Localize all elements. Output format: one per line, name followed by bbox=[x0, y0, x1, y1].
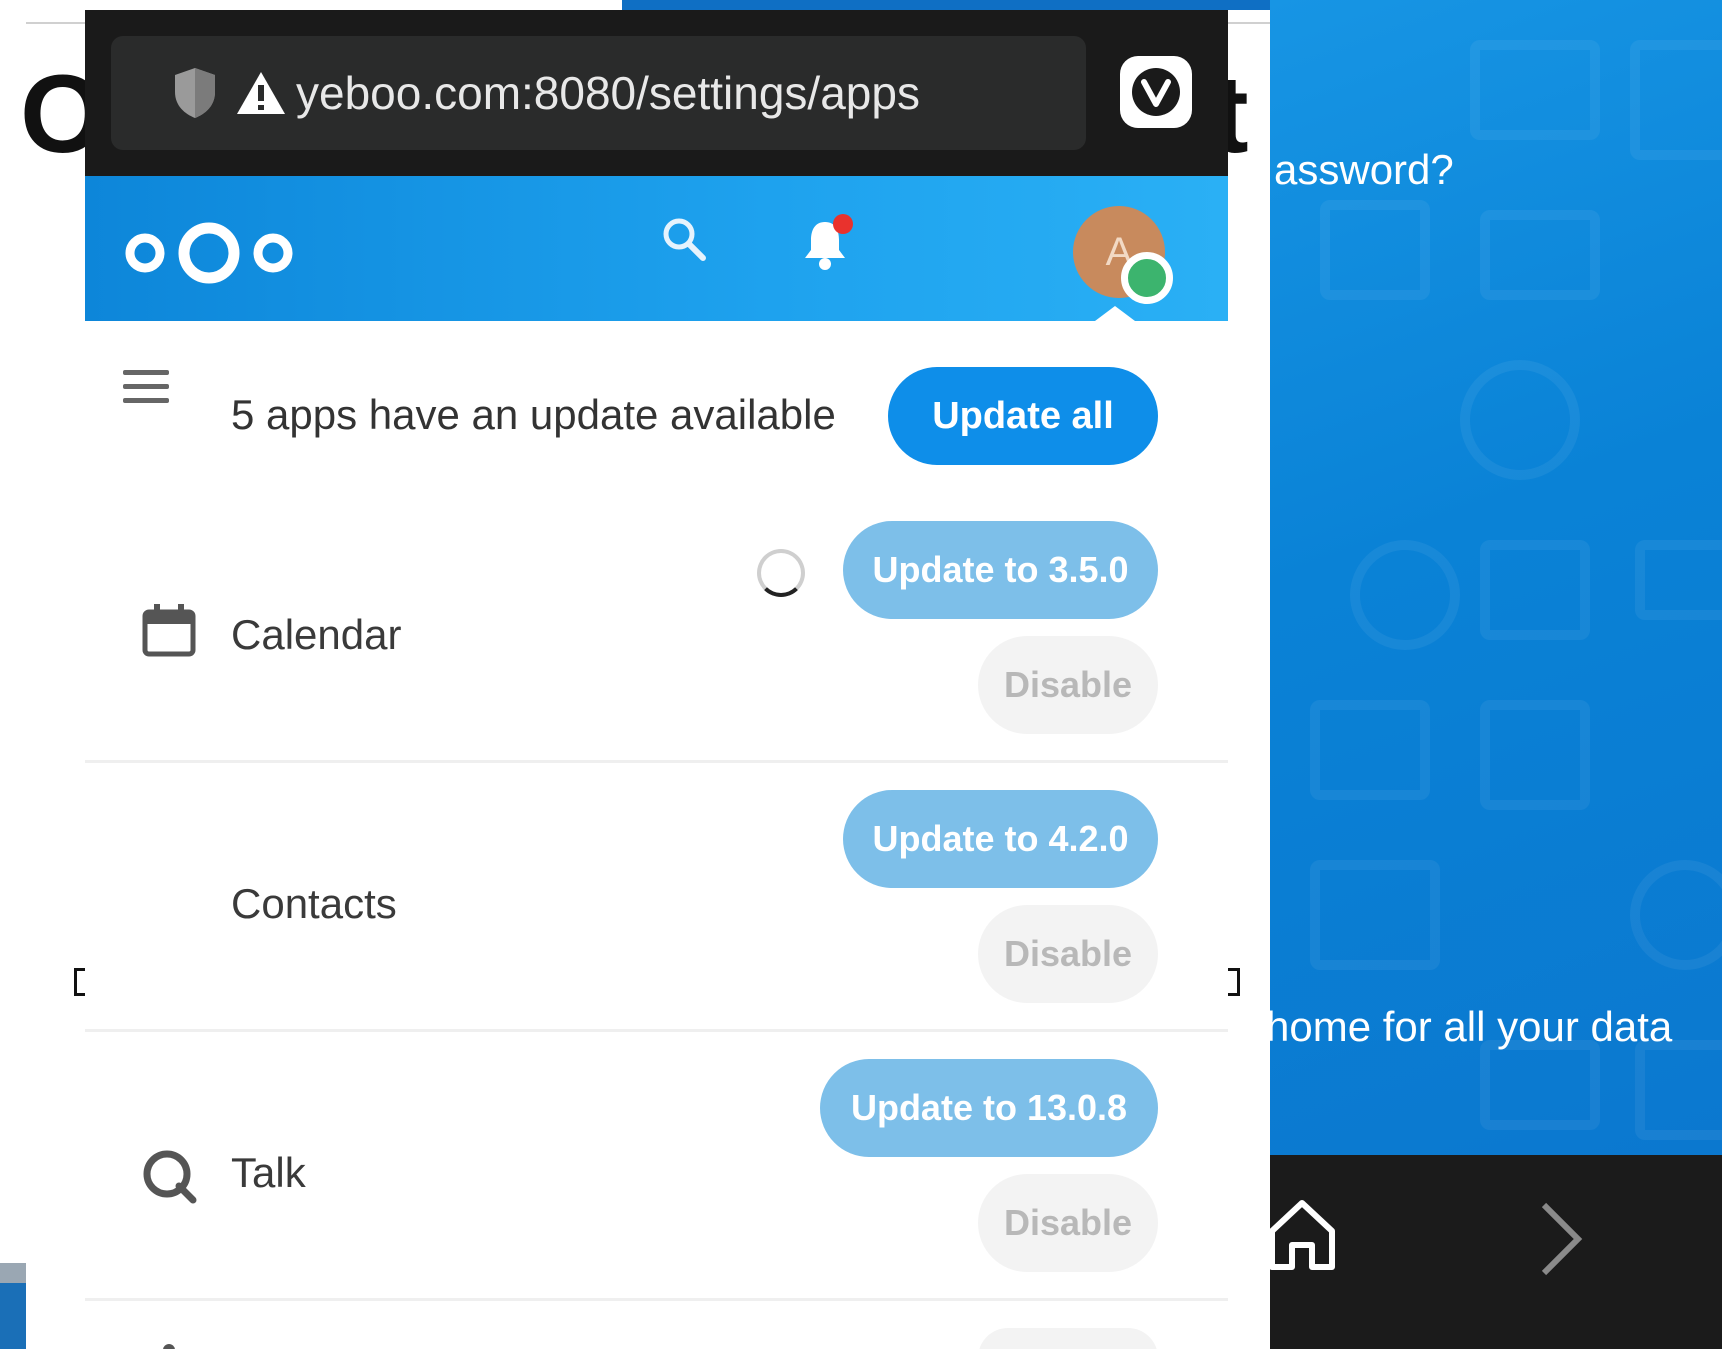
talk-icon bbox=[143, 1150, 197, 1204]
row-divider bbox=[85, 1029, 1228, 1032]
search-icon[interactable] bbox=[657, 212, 713, 268]
phone-screenshot: yeboo.com:8080/settings/apps A 5 apps ha… bbox=[85, 10, 1228, 1349]
contacts-update-button[interactable]: Update to 4.2.0 bbox=[843, 790, 1158, 888]
update-all-button[interactable]: Update all bbox=[888, 367, 1158, 465]
calendar-disable-button[interactable]: Disable bbox=[978, 636, 1158, 734]
contacts-disable-button[interactable]: Disable bbox=[978, 905, 1158, 1003]
calendar-icon bbox=[142, 604, 196, 657]
row-divider bbox=[85, 760, 1228, 763]
warning-icon[interactable] bbox=[235, 70, 287, 116]
nextcloud-header: A bbox=[85, 176, 1228, 324]
next-app-icon bbox=[163, 1344, 175, 1349]
online-status-dot bbox=[1121, 252, 1173, 304]
home-icon[interactable] bbox=[1266, 1193, 1338, 1273]
update-notice-text: 5 apps have an update available bbox=[231, 391, 836, 438]
app-name-talk: Talk bbox=[231, 1149, 306, 1196]
notifications-bell-icon[interactable] bbox=[795, 210, 861, 276]
background-blue-strip bbox=[622, 0, 1270, 10]
app-name-calendar: Calendar bbox=[231, 611, 402, 658]
address-bar[interactable]: yeboo.com:8080/settings/apps bbox=[111, 36, 1086, 150]
shield-icon[interactable] bbox=[173, 66, 217, 120]
tagline-text: home for all your data bbox=[1266, 1003, 1673, 1050]
talk-disable-button[interactable]: Disable bbox=[978, 1174, 1158, 1272]
browser-toolbar: yeboo.com:8080/settings/apps bbox=[85, 10, 1228, 176]
next-row-button[interactable] bbox=[978, 1328, 1158, 1349]
notification-dot bbox=[833, 214, 853, 234]
hamburger-menu-icon[interactable] bbox=[123, 370, 169, 404]
app-name-contacts: Contacts bbox=[231, 880, 397, 927]
bottom-navigation-bar bbox=[1269, 1155, 1722, 1349]
row-divider bbox=[85, 1298, 1228, 1301]
talk-update-button[interactable]: Update to 13.0.8 bbox=[820, 1059, 1158, 1157]
forgot-password-text[interactable]: assword? bbox=[1274, 146, 1454, 194]
background-thumbnail-edge-top bbox=[0, 1263, 26, 1283]
loading-spinner-icon bbox=[757, 549, 805, 597]
menu-caret bbox=[1091, 306, 1139, 324]
vivaldi-browser-icon[interactable] bbox=[1120, 56, 1192, 128]
nextcloud-logo-icon[interactable] bbox=[121, 216, 297, 290]
calendar-update-button[interactable]: Update to 3.5.0 bbox=[843, 521, 1158, 619]
url-text[interactable]: yeboo.com:8080/settings/apps bbox=[296, 66, 920, 120]
chevron-right-icon[interactable] bbox=[1536, 1199, 1586, 1279]
